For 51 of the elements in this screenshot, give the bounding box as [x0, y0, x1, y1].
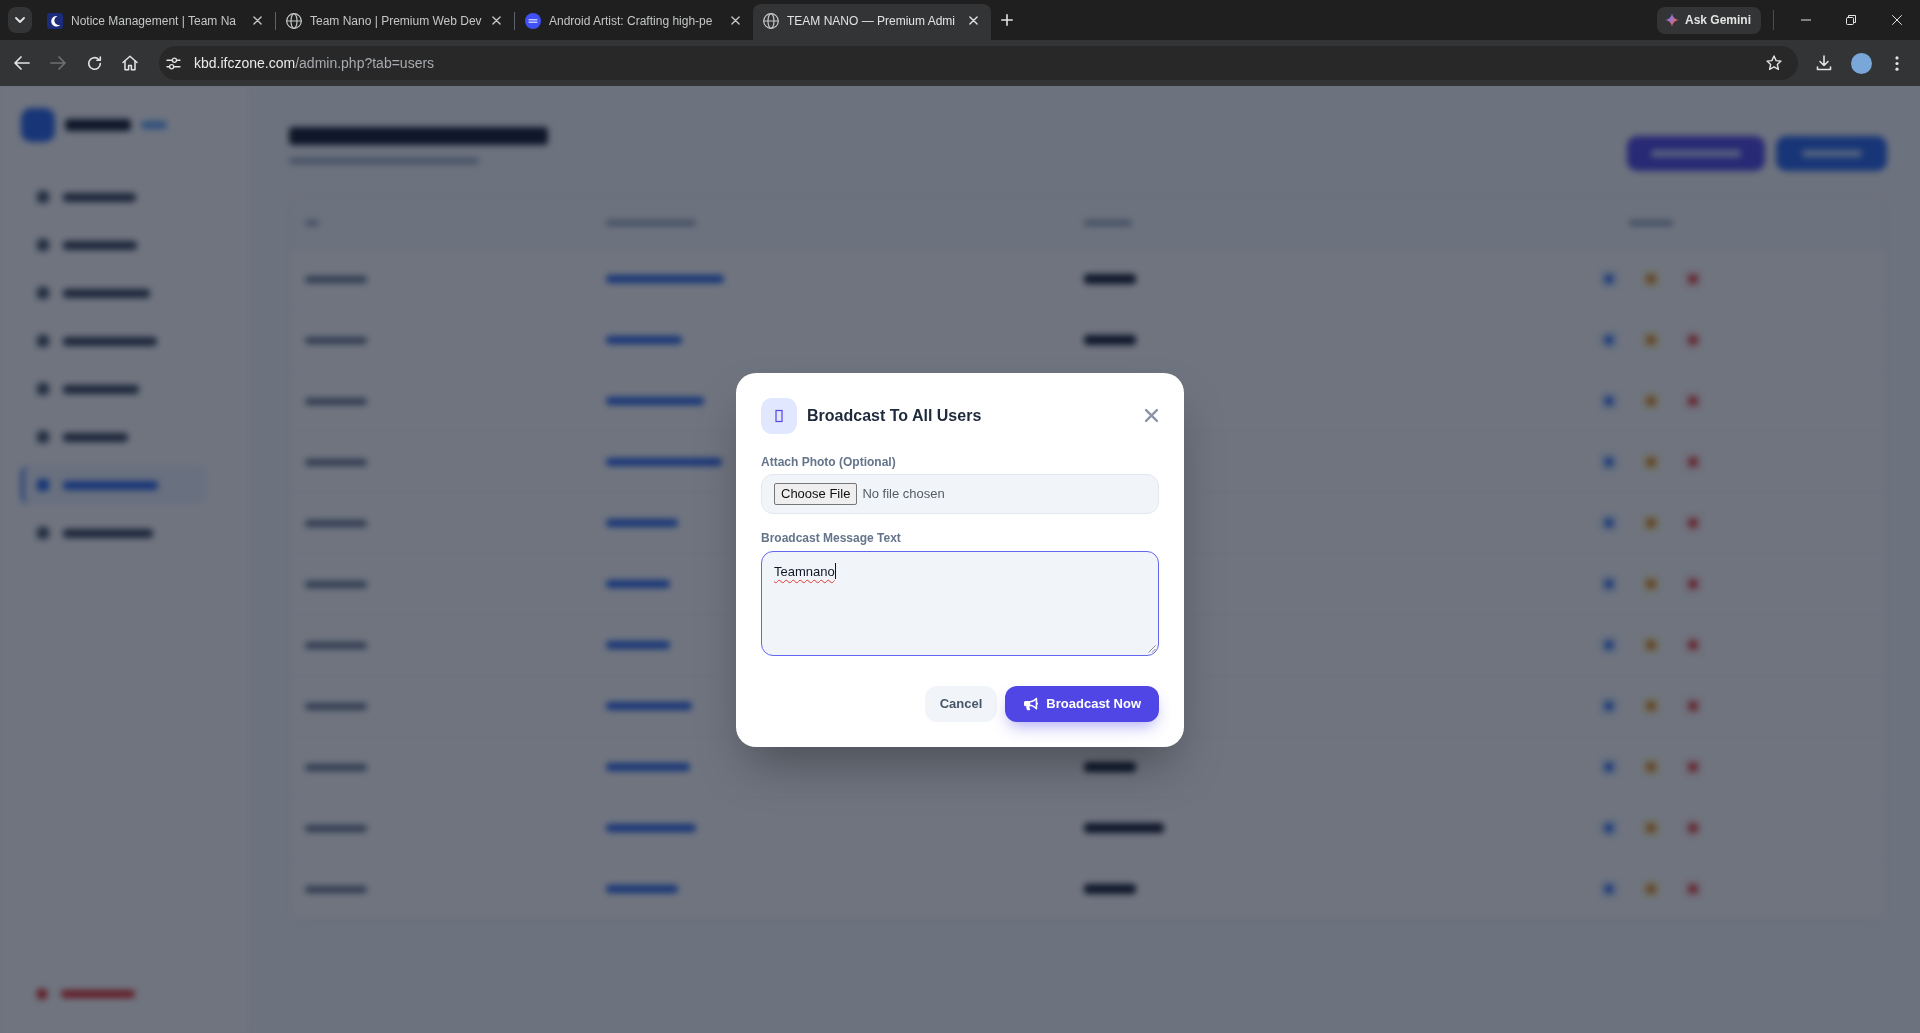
minimize-icon — [1800, 19, 1811, 21]
tab-list-button[interactable] — [8, 7, 32, 33]
dialog-title: Broadcast To All Users — [807, 405, 982, 426]
forward-arrow-icon — [50, 56, 66, 70]
globe-icon — [763, 12, 779, 29]
browser-tab[interactable]: Notice Management | Team Na — [37, 4, 275, 40]
message-textarea[interactable]: Teamnano — [761, 550, 1159, 656]
close-button[interactable] — [1145, 409, 1158, 422]
browser-tab[interactable]: Team Nano | Premium Web Dev — [276, 4, 514, 40]
crescent-logo-icon — [47, 12, 63, 29]
star-icon — [1766, 55, 1782, 71]
restore-icon — [1845, 15, 1856, 25]
close-icon — [252, 16, 262, 25]
empty-box-icon — [761, 397, 797, 434]
browser-tab[interactable]: TEAM NANO — Premium Admi — [753, 4, 991, 40]
cancel-button[interactable]: Cancel — [924, 685, 998, 722]
tab-title: Team Nano | Premium Web Dev — [310, 12, 480, 29]
message-text: Teamnano — [774, 562, 835, 580]
sparkle-icon — [1664, 13, 1679, 27]
avatar-icon — [1850, 52, 1872, 74]
photo-upload-field[interactable]: Choose File No file chosen — [761, 473, 1159, 514]
megaphone-icon — [1024, 696, 1039, 711]
url-text: kbd.ifczone.com/admin.php?tab=users — [194, 53, 435, 73]
download-icon — [1816, 55, 1832, 71]
browser-tab[interactable]: Android Artist: Crafting high-pe — [515, 4, 753, 40]
message-label: Broadcast Message Text — [761, 529, 901, 546]
more-vertical-icon — [1895, 55, 1899, 71]
close-icon — [1891, 15, 1902, 25]
text-cursor-icon — [834, 562, 836, 579]
back-arrow-icon — [14, 56, 30, 70]
reload-icon — [86, 55, 102, 71]
address-field[interactable]: kbd.ifczone.com/admin.php?tab=users — [159, 46, 1798, 80]
tab-title: TEAM NANO — Premium Admi — [787, 12, 957, 29]
round-logo-icon — [525, 12, 541, 29]
broadcast-button[interactable]: Broadcast Now — [1005, 685, 1159, 722]
resize-grip-icon — [1148, 644, 1156, 653]
home-icon — [122, 55, 138, 71]
tab-title: Android Artist: Crafting high-pe — [549, 12, 714, 29]
plus-icon — [1001, 14, 1013, 26]
tab-title: Notice Management | Team Na — [71, 12, 237, 29]
chevron-down-icon — [15, 17, 25, 23]
tune-icon — [165, 56, 181, 70]
close-icon — [730, 16, 740, 25]
attach-photo-label: Attach Photo (Optional) — [761, 453, 896, 470]
close-icon — [968, 16, 978, 25]
close-icon — [491, 16, 501, 25]
file-status-text: No file chosen — [862, 485, 945, 502]
ask-gemini-button[interactable]: Ask Gemini — [1656, 6, 1761, 34]
globe-icon — [286, 12, 302, 29]
close-icon — [1145, 409, 1158, 422]
choose-file-button[interactable]: Choose File — [774, 482, 858, 505]
